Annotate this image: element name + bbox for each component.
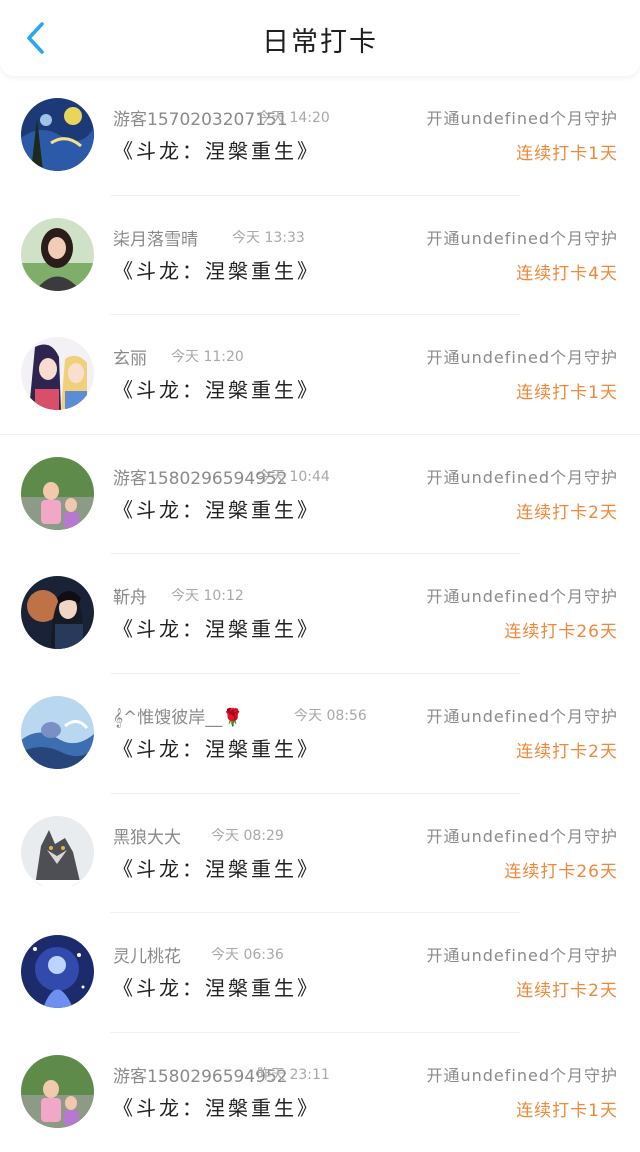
guard-info: 开通undefined个月守护 xyxy=(426,348,618,368)
username: 柒月落雪晴 xyxy=(113,229,198,250)
avatar[interactable] xyxy=(21,217,94,291)
avatar[interactable] xyxy=(21,456,94,530)
streak-count: 连续打卡26天 xyxy=(504,622,618,643)
avatar[interactable] xyxy=(21,337,94,411)
guard-info: 开通undefined个月守护 xyxy=(426,706,618,726)
checkin-row[interactable]: 玄丽 今天 11:20 《斗龙：涅槃重生》 开通undefined个月守护 连续… xyxy=(0,315,640,435)
avatar[interactable] xyxy=(21,576,94,650)
guard-info: 开通undefined个月守护 xyxy=(426,587,618,607)
avatar[interactable] xyxy=(21,935,94,1009)
avatar[interactable] xyxy=(21,695,94,769)
checkin-row[interactable]: 𝄞^惟馊彼岸__🌹 今天 08:56 《斗龙：涅槃重生》 开通undefined… xyxy=(0,674,640,794)
username: 灵儿桃花 xyxy=(113,947,181,968)
streak-count: 连续打卡1天 xyxy=(516,383,618,404)
checkin-time: 今天 10:44 xyxy=(257,468,330,485)
checkin-row[interactable]: 游客15702032071​51 今天 14:20 《斗龙：涅槃重生》 开通un… xyxy=(0,76,640,196)
username: 玄丽 xyxy=(113,349,147,370)
checkin-row[interactable]: 游客1580296594952 昨天 23:11 《斗龙：涅槃重生》 开通und… xyxy=(0,1033,640,1152)
book-title[interactable]: 《斗龙：涅槃重生》 xyxy=(113,135,320,164)
book-title[interactable]: 《斗龙：涅槃重生》 xyxy=(113,1092,320,1121)
top-bar: 日常打卡 xyxy=(0,0,640,76)
streak-count: 连续打卡2天 xyxy=(516,981,618,1002)
book-title[interactable]: 《斗龙：涅槃重生》 xyxy=(113,853,320,882)
checkin-row[interactable]: 游客1580296594952 今天 10:44 《斗龙：涅槃重生》 开通und… xyxy=(0,435,640,555)
book-title[interactable]: 《斗龙：涅槃重生》 xyxy=(113,733,320,762)
guard-info: 开通undefined个月守护 xyxy=(426,109,618,128)
checkin-row[interactable]: 黑狼大大 今天 08:29 《斗龙：涅槃重生》 开通undefined个月守护 … xyxy=(0,794,640,914)
checkin-time: 今天 10:12 xyxy=(171,588,244,605)
checkin-row[interactable]: 靳舟 今天 10:12 《斗龙：涅槃重生》 开通undefined个月守护 连续… xyxy=(0,554,640,674)
guard-info: 开通undefined个月守护 xyxy=(426,228,618,248)
page-title: 日常打卡 xyxy=(262,27,378,58)
streak-count: 连续打卡2天 xyxy=(516,741,618,762)
guard-info: 开通undefined个月守护 xyxy=(426,467,618,487)
checkin-row[interactable]: 灵儿桃花 今天 06:36 《斗龙：涅槃重生》 开通undefined个月守护 … xyxy=(0,913,640,1033)
streak-count: 连续打卡4天 xyxy=(516,263,618,284)
guard-info: 开通undefined个月守护 xyxy=(426,826,618,846)
checkin-list: 游客15702032071​51 今天 14:20 《斗龙：涅槃重生》 开通un… xyxy=(0,76,640,1152)
checkin-time: 今天 06:36 xyxy=(211,947,284,964)
checkin-time: 今天 11:20 xyxy=(171,349,244,366)
avatar[interactable] xyxy=(21,98,94,171)
streak-count: 连续打卡26天 xyxy=(504,861,618,882)
checkin-time: 昨天 23:11 xyxy=(257,1066,330,1083)
streak-count: 连续打卡1天 xyxy=(516,1100,618,1121)
streak-count: 连续打卡2天 xyxy=(516,502,618,523)
book-title[interactable]: 《斗龙：涅槃重生》 xyxy=(113,972,320,1001)
book-title[interactable]: 《斗龙：涅槃重生》 xyxy=(113,374,320,403)
streak-count: 连续打卡1天 xyxy=(516,144,618,164)
avatar[interactable] xyxy=(21,815,94,889)
book-title[interactable]: 《斗龙：涅槃重生》 xyxy=(113,494,320,523)
checkin-time: 今天 08:56 xyxy=(294,707,367,724)
book-title[interactable]: 《斗龙：涅槃重生》 xyxy=(113,613,320,642)
username: 靳舟 xyxy=(113,588,147,609)
checkin-time: 今天 14:20 xyxy=(257,110,330,126)
username: 𝄞^惟馊彼岸__🌹 xyxy=(113,707,244,728)
avatar[interactable] xyxy=(21,1054,94,1128)
guard-info: 开通undefined个月守护 xyxy=(426,1065,618,1085)
checkin-time: 今天 08:29 xyxy=(211,827,284,844)
checkin-time: 今天 13:33 xyxy=(232,229,305,246)
guard-info: 开通undefined个月守护 xyxy=(426,946,618,966)
checkin-row[interactable]: 柒月落雪晴 今天 13:33 《斗龙：涅槃重生》 开通undefined个月守护… xyxy=(0,196,640,316)
book-title[interactable]: 《斗龙：涅槃重生》 xyxy=(113,255,320,284)
username: 黑狼大大 xyxy=(113,827,181,848)
